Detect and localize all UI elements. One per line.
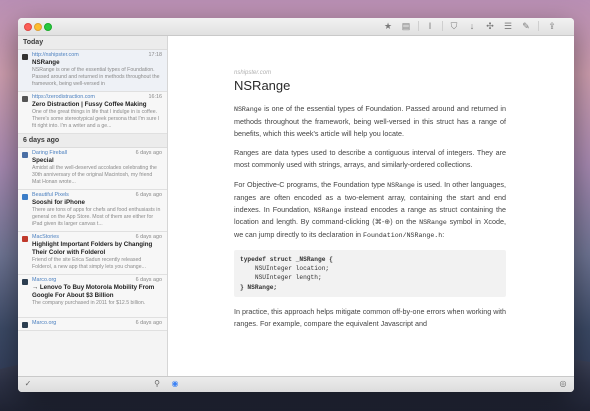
item-date: 16:16 bbox=[148, 94, 163, 100]
article-title: NSRange bbox=[234, 78, 291, 93]
list-item[interactable]: Beautiful Pixels 6 days ago Sooshi for i… bbox=[18, 190, 167, 232]
item-date: 6 days ago bbox=[135, 192, 162, 198]
item-summary: Friend of the site Erica Sadun recently … bbox=[32, 257, 146, 270]
bottom-toolbar: ✓ ⚲ ◉ ◎ bbox=[18, 376, 574, 392]
item-summary: The company purchased in 2011 for $12.5 … bbox=[32, 300, 146, 306]
item-summary: NSRange is one of the essential types of… bbox=[32, 67, 160, 87]
archive-icon[interactable]: ▤ bbox=[400, 19, 412, 33]
code-block: typedef struct _NSRange { NSUInteger loc… bbox=[234, 249, 506, 297]
item-source: http://nshipster.com bbox=[32, 52, 79, 58]
item-title: → Lenovo To Buy Motorola Mobility From G… bbox=[32, 284, 155, 299]
item-date: 6 days ago bbox=[135, 320, 162, 326]
section-header-6-days-ago: 6 days ago bbox=[18, 134, 167, 148]
article: nshipster.com NSRange NSRange is one of … bbox=[234, 70, 506, 337]
inline-code: NSRange bbox=[313, 206, 342, 214]
article-reader-pane: nshipster.com NSRange NSRange is one of … bbox=[168, 36, 574, 376]
search-icon[interactable]: ⚲ bbox=[152, 379, 162, 389]
list-item[interactable]: http://nshipster.com 17:18 NSRange NSRan… bbox=[18, 50, 167, 92]
inline-code: NSRange bbox=[234, 106, 262, 113]
star-icon[interactable]: ★ bbox=[382, 19, 394, 33]
inline-code: NSRange bbox=[387, 181, 415, 189]
paragraph-text: is one of the essential types of Foundat… bbox=[234, 104, 506, 138]
download-icon[interactable]: ↓ bbox=[466, 19, 478, 33]
item-date: 6 days ago bbox=[135, 277, 162, 283]
article-paragraph: In practice, this approach helps mitigat… bbox=[234, 306, 506, 328]
item-summary: One of the great things in life that I i… bbox=[32, 109, 160, 129]
toolbar-divider bbox=[442, 21, 443, 31]
code-line: NSUInteger length; bbox=[240, 274, 322, 282]
sync-icon[interactable]: ◉ bbox=[170, 379, 180, 389]
edit-icon[interactable]: ✎ bbox=[520, 19, 532, 33]
list-item[interactable]: https://zerodistraction.com 16:16 Zero D… bbox=[18, 92, 167, 134]
item-date: 17:18 bbox=[148, 52, 163, 58]
paragraph-text: : bbox=[442, 230, 445, 240]
text-cursor-icon[interactable]: I bbox=[424, 19, 436, 33]
site-favicon-icon bbox=[22, 322, 28, 328]
eye-icon[interactable]: ◎ bbox=[558, 379, 568, 389]
list-item[interactable]: Marco.org 6 days ago bbox=[18, 318, 167, 331]
site-favicon-icon bbox=[22, 194, 28, 200]
item-date: 6 days ago bbox=[135, 150, 162, 156]
checkmark-icon[interactable]: ✓ bbox=[23, 379, 33, 389]
code-line: NSUInteger location; bbox=[240, 265, 330, 273]
section-header-today: Today bbox=[18, 36, 167, 50]
inline-code: NSRange bbox=[419, 219, 447, 227]
article-domain: nshipster.com bbox=[234, 70, 272, 76]
share-icon[interactable]: ✣ bbox=[484, 19, 496, 33]
export-icon[interactable]: ⇪ bbox=[546, 19, 558, 33]
item-source: https://zerodistraction.com bbox=[32, 94, 95, 100]
list-item[interactable]: MacStories 6 days ago Highlight Importan… bbox=[18, 232, 167, 275]
item-title: Zero Distraction | Fussy Coffee Making bbox=[32, 101, 147, 108]
inline-code: Foundation/NSRange.h bbox=[363, 232, 443, 240]
toolbar-divider bbox=[418, 21, 419, 31]
zoom-window-button[interactable] bbox=[44, 23, 52, 31]
item-title: NSRange bbox=[32, 59, 60, 66]
item-summary: Amidst all the well-deserved accolades c… bbox=[32, 165, 157, 185]
item-title: Special bbox=[32, 157, 54, 164]
item-summary: There are tons of apps for chefs and foo… bbox=[32, 207, 161, 227]
site-favicon-icon bbox=[22, 152, 28, 158]
article-paragraph: For Objective-C programs, the Foundation… bbox=[234, 179, 506, 242]
article-paragraph: NSRange is one of the essential types of… bbox=[234, 103, 506, 139]
pocket-icon[interactable]: ⛉ bbox=[448, 19, 460, 33]
close-window-button[interactable] bbox=[24, 23, 32, 31]
site-favicon-icon bbox=[22, 236, 28, 242]
item-title: Highlight Important Folders by Changing … bbox=[32, 241, 153, 256]
toolbar-divider bbox=[538, 21, 539, 31]
item-date: 6 days ago bbox=[135, 234, 162, 240]
item-title: Sooshi for iPhone bbox=[32, 199, 85, 206]
layers-icon[interactable]: ☰ bbox=[502, 19, 514, 33]
minimize-window-button[interactable] bbox=[34, 23, 42, 31]
article-list-sidebar: Today http://nshipster.com 17:18 NSRange… bbox=[18, 36, 168, 376]
list-item[interactable]: Daring Fireball 6 days ago Special Amids… bbox=[18, 148, 167, 190]
site-favicon-icon bbox=[22, 279, 28, 285]
app-window: ★ ▤ I ⛉ ↓ ✣ ☰ ✎ ⇪ Today http://nshipster… bbox=[18, 18, 574, 392]
article-paragraph: Ranges are data types used to describe a… bbox=[234, 148, 506, 170]
code-line: typedef struct _NSRange { bbox=[240, 255, 333, 263]
paragraph-text: For Objective-C programs, the Foundation… bbox=[234, 179, 388, 189]
site-favicon-icon bbox=[22, 54, 28, 60]
list-item[interactable]: Marco.org 6 days ago → Lenovo To Buy Mot… bbox=[18, 275, 167, 318]
titlebar: ★ ▤ I ⛉ ↓ ✣ ☰ ✎ ⇪ bbox=[18, 18, 574, 36]
site-favicon-icon bbox=[22, 96, 28, 102]
code-line: } NSRange; bbox=[240, 283, 278, 291]
